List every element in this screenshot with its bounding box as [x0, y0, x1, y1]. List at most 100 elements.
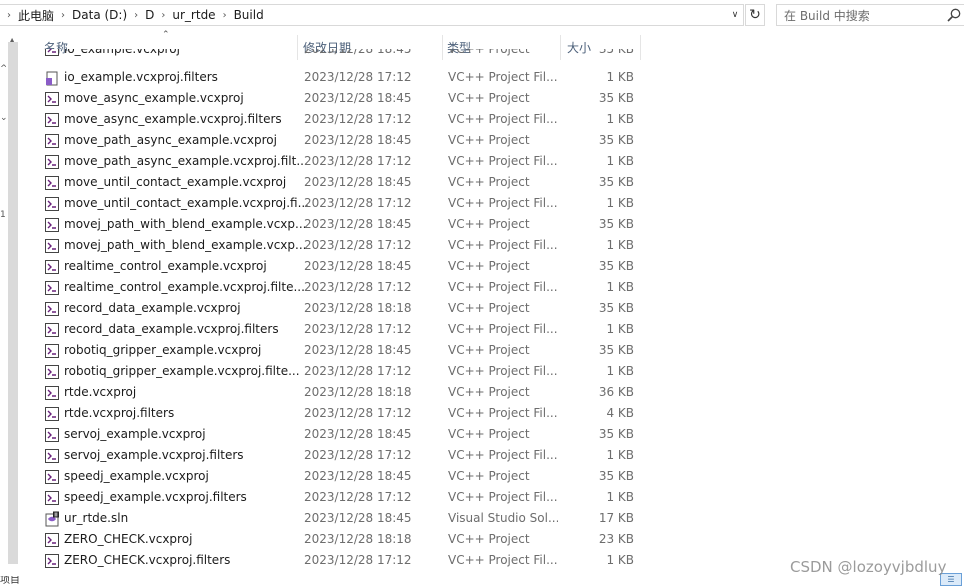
file-size: 36 KB — [598, 385, 634, 399]
file-name: servoj_example.vcxproj — [64, 427, 206, 441]
file-date: 2023/12/28 17:12 — [304, 112, 412, 126]
file-row[interactable]: speedj_example.vcxproj.filters 2023/12/28… — [20, 487, 964, 508]
file-list-scrollbar[interactable] — [950, 30, 964, 578]
watermark: CSDN @lozoyvjbdluy — [790, 558, 947, 576]
file-size: 35 KB — [598, 301, 634, 315]
vcxproj-icon — [45, 92, 59, 106]
file-type: VC++ Project Fil... — [448, 490, 558, 504]
file-type: VC++ Project Fil... — [448, 406, 558, 420]
file-row[interactable]: realtime_control_example.vcxproj 2023/12/… — [20, 256, 964, 277]
vcxproj-icon — [45, 344, 59, 358]
file-row[interactable]: move_path_async_example.vcxproj.filt... 2… — [20, 151, 964, 172]
file-row[interactable]: servoj_example.vcxproj.filters 2023/12/28… — [20, 445, 964, 466]
breadcrumb-item[interactable]: › 此电脑 — [0, 7, 54, 24]
file-name: move_until_contact_example.vcxproj.fi... — [64, 196, 310, 210]
file-row[interactable]: servoj_example.vcxproj 2023/12/28 18:45 VC… — [20, 424, 964, 445]
vcxproj-icon — [45, 554, 59, 568]
file-row[interactable]: io_example.vcxproj.filters 2023/12/28 17:… — [20, 67, 964, 88]
chevron-right-icon[interactable]: › — [134, 10, 138, 21]
file-date: 2023/12/28 18:45 — [304, 427, 412, 441]
file-name: record_data_example.vcxproj.filters — [64, 322, 279, 336]
file-type: VC++ Project — [448, 133, 530, 147]
file-name: ZERO_CHECK.vcxproj.filters — [64, 553, 231, 567]
file-row-partial[interactable]: io_example.vcxproj 2023/12/28 18:45 VC++… — [20, 49, 964, 60]
file-size: 1 KB — [606, 364, 634, 378]
search-icon[interactable] — [946, 7, 962, 23]
file-size: 35 KB — [598, 259, 634, 273]
file-row[interactable]: record_data_example.vcxproj 2023/12/28 18… — [20, 298, 964, 319]
refresh-icon[interactable]: ↻ — [745, 4, 765, 26]
chevron-right-icon[interactable]: › — [61, 10, 65, 21]
search-input[interactable]: 在 Build 中搜索 — [776, 4, 964, 26]
file-type: VC++ Project — [448, 175, 530, 189]
file-row[interactable]: move_until_contact_example.vcxproj.fi...… — [20, 193, 964, 214]
file-name: speedj_example.vcxproj — [64, 469, 209, 483]
file-name: robotiq_gripper_example.vcxproj.filte... — [64, 364, 300, 378]
file-size: 1 KB — [606, 553, 634, 567]
file-row[interactable]: move_async_example.vcxproj 2023/12/28 18:… — [20, 88, 964, 109]
file-name: io_example.vcxproj — [64, 49, 180, 56]
file-row[interactable]: record_data_example.vcxproj.filters 2023/… — [20, 319, 964, 340]
address-bar[interactable]: › 此电脑 › Data (D:) › D › ur_rtde › Build ∨ — [0, 4, 744, 26]
file-size: 1 KB — [606, 196, 634, 210]
file-row[interactable]: movej_path_with_blend_example.vcxp... 202… — [20, 235, 964, 256]
vcxproj-icon — [45, 176, 59, 190]
file-row[interactable]: robotiq_gripper_example.vcxproj 2023/12/2… — [20, 340, 964, 361]
chevron-right-icon[interactable]: › — [7, 10, 11, 21]
file-date: 2023/12/28 17:12 — [304, 154, 412, 168]
file-date: 2023/12/28 17:12 — [304, 406, 412, 420]
chevron-right-icon[interactable]: › — [161, 10, 165, 21]
file-name: io_example.vcxproj.filters — [64, 70, 218, 84]
file-row[interactable]: ZERO_CHECK.vcxproj 2023/12/28 18:18 VC++ P… — [20, 529, 964, 550]
breadcrumb-item[interactable]: › Build — [216, 8, 264, 22]
file-row[interactable]: move_async_example.vcxproj.filters 2023/1… — [20, 109, 964, 130]
file-name: realtime_control_example.vcxproj — [64, 259, 267, 273]
file-size: 35 KB — [598, 175, 634, 189]
file-name: move_until_contact_example.vcxproj — [64, 175, 287, 189]
file-name: ZERO_CHECK.vcxproj — [64, 532, 193, 546]
file-row[interactable]: movej_path_with_blend_example.vcxp... 202… — [20, 214, 964, 235]
file-name: realtime_control_example.vcxproj.filte..… — [64, 280, 305, 294]
file-name: move_async_example.vcxproj.filters — [64, 112, 282, 126]
file-name: robotiq_gripper_example.vcxproj — [64, 343, 262, 357]
file-type: VC++ Project — [448, 301, 530, 315]
file-size: 1 KB — [606, 280, 634, 294]
file-size: 23 KB — [598, 532, 634, 546]
file-row[interactable]: speedj_example.vcxproj 2023/12/28 18:45 VC… — [20, 466, 964, 487]
file-row[interactable]: Ⅲur_rtde.sln 2023/12/28 18:45 Visual Studi… — [20, 508, 964, 529]
breadcrumb-item[interactable]: › D — [127, 8, 154, 22]
file-name: rtde.vcxproj — [64, 385, 137, 399]
status-bar-item-count: 项目 — [0, 576, 20, 586]
file-row[interactable]: robotiq_gripper_example.vcxproj.filte...… — [20, 361, 964, 382]
vcxproj-icon — [45, 470, 59, 484]
file-row[interactable]: rtde.vcxproj 2023/12/28 18:18 VC++ Project… — [20, 382, 964, 403]
file-type: VC++ Project Fil... — [448, 553, 558, 567]
address-toolbar: › 此电脑 › Data (D:) › D › ur_rtde › Build ∨ ↻ 在 Bui… — [0, 0, 964, 30]
file-size: 35 KB — [598, 49, 634, 56]
file-type: Visual Studio Sol... — [448, 511, 558, 525]
file-row[interactable]: realtime_control_example.vcxproj.filte..… — [20, 277, 964, 298]
file-row[interactable]: move_until_contact_example.vcxproj 2023/1… — [20, 172, 964, 193]
file-size: 4 KB — [606, 406, 634, 420]
file-type: VC++ Project — [448, 532, 530, 546]
scrollbar-thumb[interactable] — [8, 42, 18, 564]
chevron-down-icon[interactable]: ∨ — [727, 5, 743, 25]
navigation-scrollbar[interactable]: ▲ — [6, 36, 20, 576]
vcxproj-icon — [45, 49, 59, 56]
file-type: VC++ Project — [448, 49, 530, 56]
file-date: 2023/12/28 18:18 — [304, 301, 412, 315]
breadcrumb-item[interactable]: › ur_rtde — [154, 8, 215, 22]
file-date: 2023/12/28 17:12 — [304, 196, 412, 210]
breadcrumb-label: D — [145, 8, 155, 22]
file-date: 2023/12/28 17:12 — [304, 448, 412, 462]
file-row[interactable]: move_path_async_example.vcxproj 2023/12/2… — [20, 130, 964, 151]
file-size: 35 KB — [598, 91, 634, 105]
file-list: io_example.vcxproj 2023/12/28 18:45 VC++… — [20, 49, 964, 579]
chevron-right-icon[interactable]: › — [223, 10, 227, 21]
file-row[interactable]: rtde.vcxproj.filters 2023/12/28 17:12 VC++… — [20, 403, 964, 424]
file-type: VC++ Project Fil... — [448, 364, 558, 378]
vcxproj-icon — [45, 491, 59, 505]
svg-text:Ⅲ: Ⅲ — [54, 513, 57, 519]
file-type: VC++ Project Fil... — [448, 196, 558, 210]
breadcrumb-item[interactable]: › Data (D:) — [54, 8, 127, 22]
